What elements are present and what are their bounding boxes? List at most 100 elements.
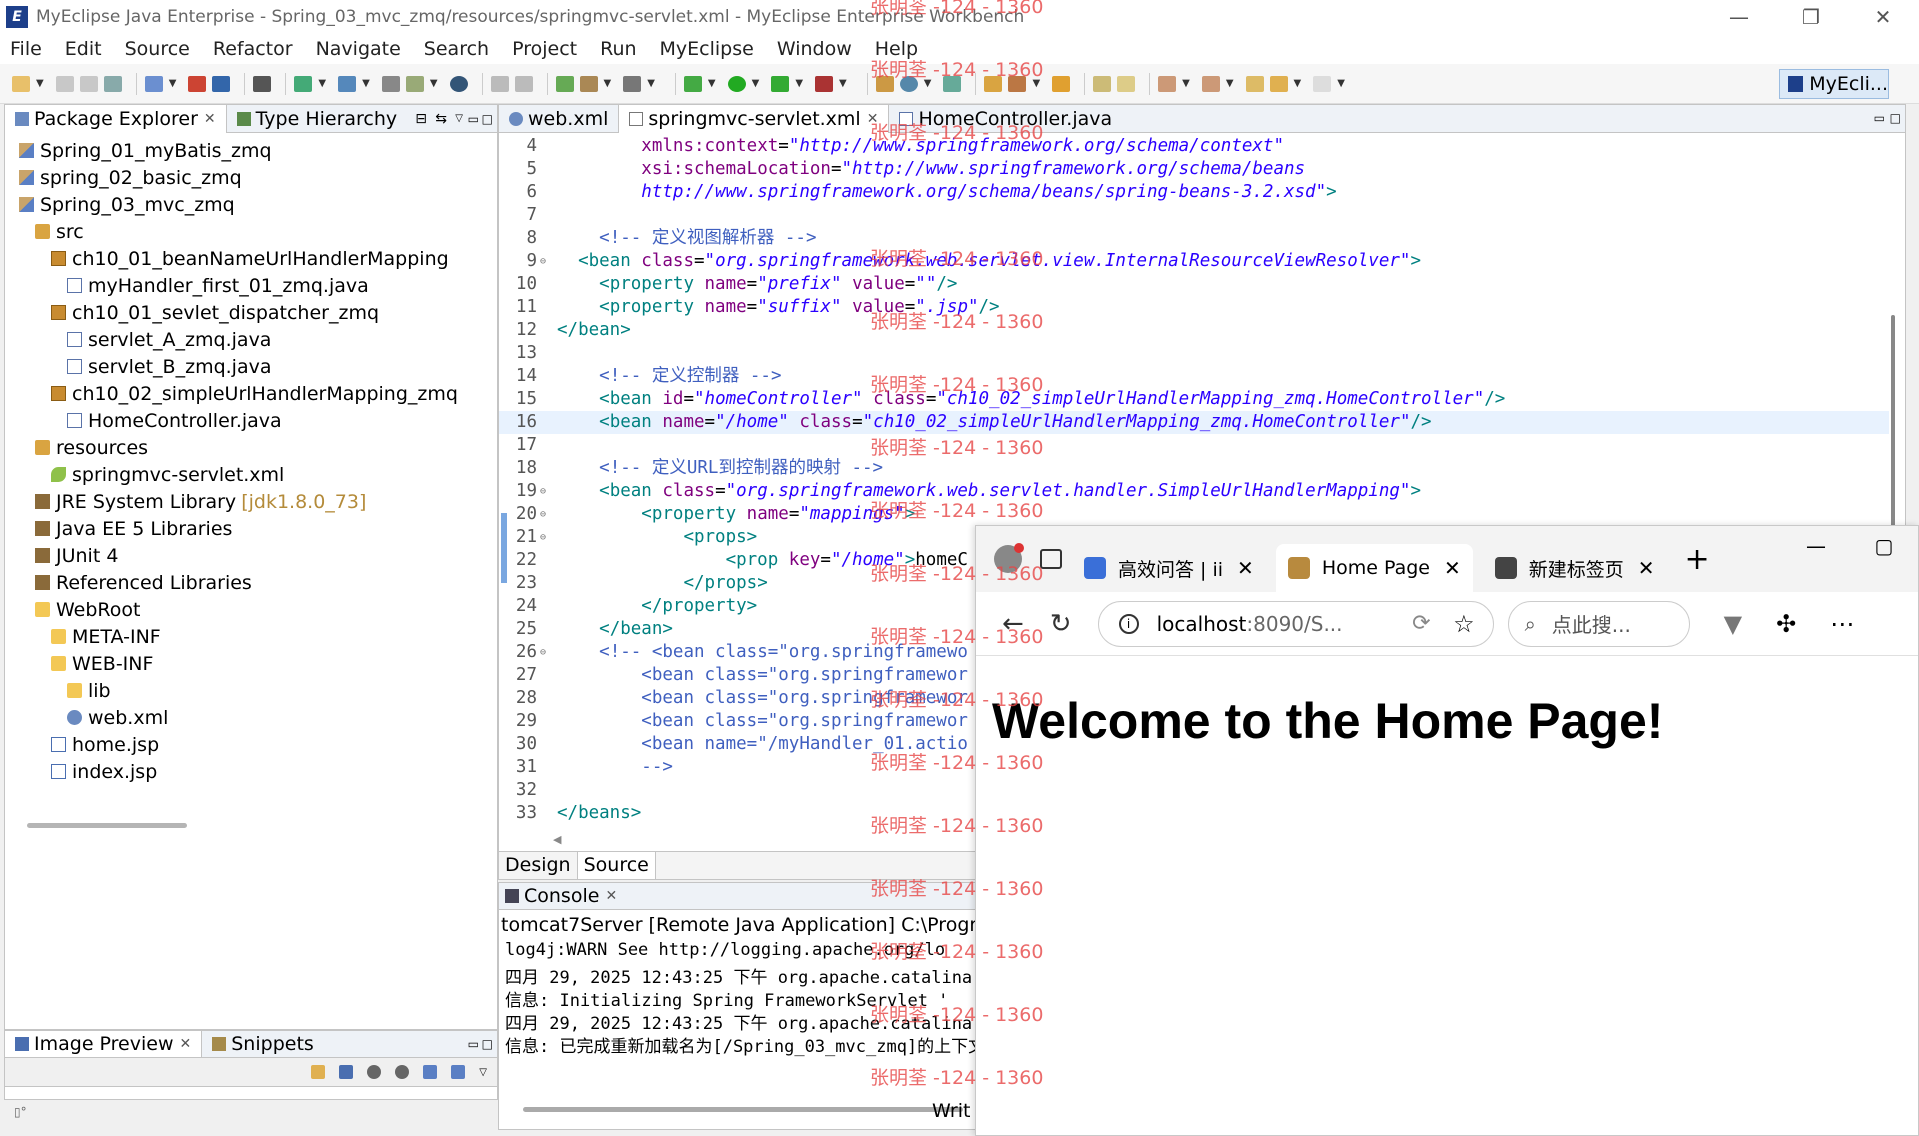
close-tab-icon[interactable]: ✕ bbox=[1237, 556, 1254, 580]
run-config-icon[interactable] bbox=[771, 75, 790, 92]
ejb-icon[interactable] bbox=[188, 75, 207, 92]
close-tab-icon[interactable]: ✕ bbox=[180, 1036, 192, 1052]
menu-search[interactable]: Search bbox=[424, 38, 489, 60]
close-tab-icon[interactable]: ✕ bbox=[1444, 556, 1461, 580]
tab-design[interactable]: Design bbox=[499, 852, 577, 879]
reload-icon[interactable]: ↻ bbox=[1050, 609, 1072, 639]
dropdown-arrow-icon[interactable]: ▼ bbox=[647, 78, 655, 89]
save-icon[interactable] bbox=[55, 75, 74, 92]
globe-icon[interactable] bbox=[449, 75, 468, 92]
fold-toggle-icon[interactable]: ⊖ bbox=[537, 480, 549, 503]
minimize-view-icon[interactable]: ▭ bbox=[468, 1037, 479, 1051]
browser-minimize-button[interactable]: — bbox=[1782, 526, 1850, 566]
prev-annotation-icon[interactable] bbox=[1201, 75, 1220, 92]
search-folder-icon[interactable] bbox=[1052, 75, 1071, 92]
menu-window[interactable]: Window bbox=[777, 38, 852, 60]
back-icon[interactable] bbox=[1269, 75, 1288, 92]
tab-console[interactable]: Console bbox=[524, 885, 599, 907]
tree-item[interactable]: WEB-INF bbox=[5, 650, 497, 677]
menu-run[interactable]: Run bbox=[600, 38, 636, 60]
code-line[interactable]: 6 http://www.springframework.org/schema/… bbox=[499, 181, 1889, 204]
external-tools-icon[interactable] bbox=[815, 75, 834, 92]
tree-item[interactable]: myHandler_first_01_zmq.java bbox=[5, 272, 497, 299]
tree-item[interactable]: servlet_B_zmq.java bbox=[5, 353, 497, 380]
code-line[interactable]: 20 ⊖ <property name="mappings"> bbox=[499, 503, 1889, 526]
code-line[interactable]: 19 ⊖ <bean class="org.springframework.web… bbox=[499, 480, 1889, 503]
minimize-editor-icon[interactable]: ▭ bbox=[1874, 111, 1885, 125]
dropdown-arrow-icon[interactable]: ▼ bbox=[318, 78, 326, 89]
new-project-icon[interactable] bbox=[144, 75, 163, 92]
code-line[interactable]: 5 xsi:schemaLocation="http://www.springf… bbox=[499, 158, 1889, 181]
menu-file[interactable]: File bbox=[10, 38, 42, 60]
open-type-icon[interactable] bbox=[381, 75, 400, 92]
dropdown-arrow-icon[interactable]: ▼ bbox=[795, 78, 803, 89]
maximize-editor-icon[interactable]: □ bbox=[1890, 111, 1901, 125]
menu-source[interactable]: Source bbox=[125, 38, 190, 60]
tree-item[interactable]: servlet_A_zmq.java bbox=[5, 326, 497, 353]
code-line[interactable]: 9 ⊖ <bean class="org.springframework.web.… bbox=[499, 250, 1889, 273]
server-icon[interactable] bbox=[253, 75, 272, 92]
view-menu-icon[interactable]: ▽ bbox=[455, 113, 463, 124]
fold-toggle-icon[interactable]: ⊖ bbox=[537, 526, 549, 549]
code-line[interactable]: 10 <property name="prefix" value=""/> bbox=[499, 273, 1889, 296]
code-line[interactable]: 17 bbox=[499, 434, 1889, 457]
dropdown-arrow-icon[interactable]: ▼ bbox=[1226, 78, 1234, 89]
vpn-shield-icon[interactable]: ▼ bbox=[1724, 610, 1742, 638]
image-fit-icon[interactable] bbox=[339, 1065, 354, 1079]
tree-item[interactable]: HomeController.java bbox=[5, 407, 497, 434]
tab-source[interactable]: Source bbox=[576, 852, 656, 879]
tree-item[interactable]: WebRoot bbox=[5, 596, 497, 623]
run-icon[interactable] bbox=[727, 75, 746, 92]
deploy-icon[interactable] bbox=[212, 75, 231, 92]
tree-item[interactable]: index.jsp bbox=[5, 758, 497, 785]
tree-item[interactable]: JUnit 4 bbox=[5, 542, 497, 569]
new-tab-button[interactable]: + bbox=[1685, 542, 1710, 577]
console-hscroll[interactable] bbox=[523, 1107, 963, 1112]
debug-icon[interactable] bbox=[683, 75, 702, 92]
search-box[interactable]: ⌕ 点此搜... bbox=[1507, 600, 1690, 647]
favorite-star-icon[interactable]: ☆ bbox=[1453, 610, 1475, 638]
tab-type-hierarchy[interactable]: Type Hierarchy bbox=[227, 105, 408, 133]
pin-icon[interactable] bbox=[311, 1065, 326, 1079]
dropdown-arrow-icon[interactable]: ▼ bbox=[1337, 78, 1345, 89]
menu-refactor[interactable]: Refactor bbox=[213, 38, 293, 60]
browser-tab[interactable]: 高效问答 | ii ✕ bbox=[1072, 544, 1266, 592]
browser-tab[interactable]: Home Page ✕ bbox=[1275, 544, 1473, 592]
tree-item[interactable]: Referenced Libraries bbox=[5, 569, 497, 596]
menu-myeclipse[interactable]: MyEclipse bbox=[660, 38, 754, 60]
tree-item[interactable]: src bbox=[5, 218, 497, 245]
dropdown-arrow-icon[interactable]: ▼ bbox=[839, 78, 847, 89]
actual-size-icon[interactable] bbox=[423, 1065, 438, 1079]
menu-edit[interactable]: Edit bbox=[65, 38, 102, 60]
code-line[interactable]: 18 <!-- 定义URL到控制器的映射 --> bbox=[499, 457, 1889, 480]
dropdown-arrow-icon[interactable]: ▼ bbox=[1294, 78, 1302, 89]
menu-project[interactable]: Project bbox=[512, 38, 577, 60]
immersive-reader-icon[interactable]: ⟳ bbox=[1412, 611, 1430, 636]
tree-item[interactable]: Java EE 5 Libraries bbox=[5, 515, 497, 542]
tree-item[interactable]: META-INF bbox=[5, 623, 497, 650]
dropdown-arrow-icon[interactable]: ▼ bbox=[752, 78, 760, 89]
fit-window-icon[interactable] bbox=[451, 1065, 466, 1079]
fold-toggle-icon[interactable]: ⊖ bbox=[537, 641, 549, 664]
status-add-icon[interactable]: ▯° bbox=[14, 1105, 27, 1119]
dropdown-arrow-icon[interactable]: ▼ bbox=[362, 78, 370, 89]
open-browser-icon[interactable] bbox=[338, 75, 357, 92]
scroll-left-arrow-icon[interactable]: ◀ bbox=[553, 833, 561, 846]
close-tab-icon[interactable]: ✕ bbox=[605, 888, 617, 904]
minimize-button[interactable]: — bbox=[1703, 0, 1775, 34]
new-package-icon[interactable] bbox=[579, 75, 598, 92]
dropdown-arrow-icon[interactable]: ▼ bbox=[430, 78, 438, 89]
tree-item[interactable]: springmvc-servlet.xml bbox=[5, 461, 497, 488]
tree-item[interactable]: Spring_01_myBatis_zmq bbox=[5, 137, 497, 164]
code-line[interactable]: 11 <property name="suffix" value=".jsp"/… bbox=[499, 296, 1889, 319]
tree-item[interactable]: resources bbox=[5, 434, 497, 461]
zoom-out-icon[interactable] bbox=[367, 1065, 382, 1079]
maximize-button[interactable]: ❐ bbox=[1775, 0, 1847, 34]
tree-item[interactable]: ch10_01_beanNameUrlHandlerMapping bbox=[5, 245, 497, 272]
web-service-icon[interactable] bbox=[294, 75, 313, 92]
tab-image-preview[interactable]: Image Preview ✕ bbox=[5, 1031, 203, 1057]
forward-icon[interactable] bbox=[1313, 75, 1332, 92]
tree-item[interactable]: home.jsp bbox=[5, 731, 497, 758]
close-button[interactable]: ✕ bbox=[1847, 0, 1919, 34]
close-tab-icon[interactable]: ✕ bbox=[1638, 556, 1655, 580]
